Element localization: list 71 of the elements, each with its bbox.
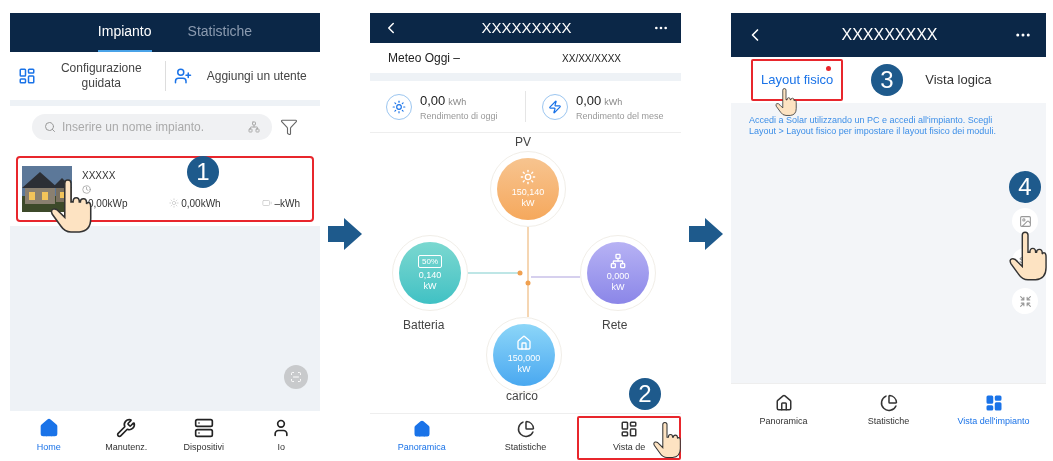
- capacity-value: 0,00kWp: [88, 196, 128, 211]
- battery-value: –kWh: [274, 196, 300, 211]
- nav-icon: [412, 420, 431, 439]
- energy-label: Rendimento di oggi: [420, 110, 498, 122]
- image-icon: [1018, 214, 1032, 228]
- arrow-icon: [328, 218, 362, 250]
- action-button[interactable]: Configurazione guidata: [10, 61, 166, 91]
- nav-item[interactable]: Home: [10, 417, 88, 455]
- nav-icon: [774, 394, 793, 413]
- search-icon: [44, 121, 56, 133]
- tab[interactable]: Vista logica: [915, 59, 1002, 101]
- action-button[interactable]: Aggiungi un utente: [165, 67, 320, 85]
- date-label: XX/XX/XXXX: [562, 51, 621, 66]
- screen-title: XXXXXXXXX: [480, 17, 573, 38]
- house-icon: [516, 335, 532, 351]
- power-unit: kW: [611, 282, 625, 293]
- shrink-icon: [1018, 294, 1032, 308]
- energy-label: Rendimento del mese: [576, 110, 664, 122]
- nav-item[interactable]: Vista dell'impianto: [941, 394, 1046, 429]
- shrink-button[interactable]: [1012, 288, 1038, 314]
- power-value: 0,140: [418, 269, 442, 281]
- nav-icon: [38, 417, 59, 438]
- screen-title: XXXXXXXXX: [840, 25, 939, 45]
- filter-icon[interactable]: [280, 118, 298, 136]
- energy-unit: kWh: [604, 96, 623, 110]
- power-value: 150,140: [511, 187, 545, 198]
- nav-icon: [879, 394, 898, 413]
- hierarchy-icon: [248, 121, 260, 133]
- energy-unit: kWh: [448, 96, 467, 110]
- clock-icon: [82, 184, 91, 194]
- sun-icon: [169, 198, 180, 208]
- power-unit: kW: [517, 364, 531, 375]
- hand-pointer-icon: [775, 88, 797, 116]
- power-unit: kW: [521, 198, 535, 209]
- hand-pointer-icon: [653, 421, 681, 459]
- energy-value: 0,00: [576, 92, 602, 111]
- nav-item[interactable]: Manutenz.: [87, 417, 165, 455]
- yield-value: 0,00kWh: [181, 196, 221, 211]
- node-label: Rete: [602, 317, 628, 334]
- nav-icon: [984, 394, 1003, 413]
- add-user-icon: [173, 67, 192, 85]
- tab[interactable]: Statistiche: [187, 13, 253, 52]
- weather-label: Meteo Oggi –: [388, 50, 461, 67]
- nav-item[interactable]: Panoramica: [370, 415, 474, 460]
- nav-icon: [193, 417, 214, 438]
- arrow-icon: [689, 218, 723, 250]
- hint-text: Accedi a Solar utilizzando un PC e accedi all'impianto. Scegli Layout > Layout fisico per impostare il layout fisico dei moduli.: [749, 115, 997, 137]
- nav-icon: [620, 420, 639, 439]
- hand-pointer-icon: [1009, 231, 1047, 281]
- power-unit: kW: [423, 280, 437, 292]
- node-label: carico: [506, 388, 538, 405]
- battery-level-label: 50%: [418, 254, 442, 268]
- nav-item[interactable]: Io: [242, 417, 320, 455]
- power-value: 150,000: [507, 353, 541, 364]
- nav-item[interactable]: Statistiche: [836, 394, 941, 429]
- plant-name: XXXXX: [82, 168, 116, 183]
- power-value: 0,000: [606, 271, 630, 282]
- battery-icon: [262, 198, 273, 208]
- node-label: PV: [515, 134, 531, 151]
- energy-value: 0,00: [420, 92, 446, 111]
- search-field[interactable]: Inserire un nome impianto.: [32, 114, 272, 140]
- sun-icon: [392, 99, 406, 114]
- nav-item[interactable]: Dispositivi: [165, 417, 243, 455]
- node-label: Batteria: [403, 317, 445, 334]
- picture-button[interactable]: [1012, 208, 1038, 234]
- nav-icon: [116, 417, 137, 438]
- nav-item[interactable]: Statistiche: [473, 415, 578, 460]
- nav-item[interactable]: Panoramica: [731, 394, 836, 429]
- bolt-icon: [548, 99, 562, 114]
- nav-icon: [516, 420, 535, 439]
- scan-icon: [290, 371, 302, 383]
